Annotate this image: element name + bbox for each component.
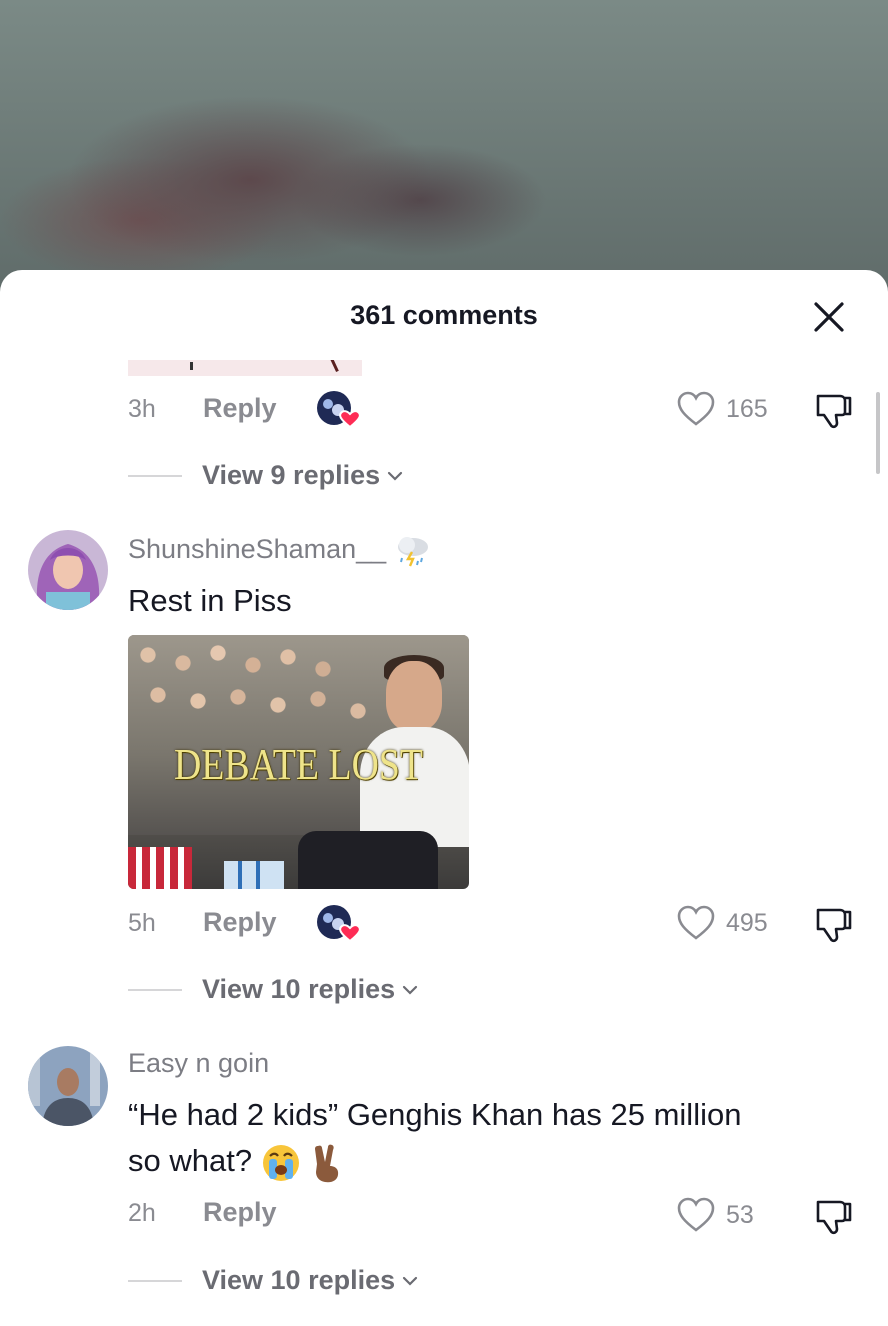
heart-icon: [677, 905, 715, 940]
scrollbar[interactable]: [876, 392, 880, 474]
like-button[interactable]: 53: [676, 1196, 754, 1234]
comment-time: 5h: [128, 909, 156, 937]
close-icon[interactable]: [812, 300, 846, 334]
avatar[interactable]: [28, 530, 108, 610]
chevron-down-icon: [403, 1276, 418, 1286]
loudly-crying-face-icon: [262, 1144, 299, 1181]
comments-count-title: 361 comments: [350, 300, 538, 330]
replies-divider: [128, 1279, 182, 1282]
sheet-header: 361 comments: [0, 270, 888, 362]
previous-comment-image[interactable]: [128, 360, 362, 376]
comments-sheet: 361 comments 3h Reply 165 View 9 replies…: [0, 270, 888, 1326]
avatar[interactable]: [28, 1046, 108, 1126]
replies-divider: [128, 988, 182, 991]
like-button[interactable]: 165: [676, 390, 768, 428]
reply-button[interactable]: Reply: [203, 1197, 277, 1228]
creator-liked-icon: [317, 905, 360, 943]
comment-time: 2h: [128, 1199, 156, 1227]
reply-button[interactable]: Reply: [203, 393, 277, 424]
comment-text: “He had 2 kids” Genghis Khan has 25 mill…: [128, 1092, 858, 1184]
heart-icon: [677, 1197, 715, 1232]
video-background: [0, 0, 888, 300]
like-count: 53: [726, 1200, 754, 1229]
like-count: 165: [726, 394, 768, 423]
cloud-rain-icon: [397, 537, 428, 567]
dislike-icon[interactable]: [812, 390, 854, 432]
heart-icon: [677, 391, 715, 426]
dislike-icon[interactable]: [812, 904, 854, 946]
reply-button[interactable]: Reply: [203, 907, 277, 938]
username[interactable]: ShunshineShaman__: [128, 534, 432, 568]
creator-liked-icon: [317, 391, 360, 429]
replies-divider: [128, 474, 182, 477]
victory-hand-icon: [315, 1144, 339, 1183]
chevron-down-icon: [388, 471, 403, 481]
image-caption: DEBATE LOST: [173, 740, 424, 789]
username[interactable]: Easy n goin: [128, 1048, 269, 1079]
like-button[interactable]: 495: [676, 904, 768, 942]
view-replies-button[interactable]: View 10 replies: [128, 974, 419, 1005]
comment-time: 3h: [128, 395, 156, 423]
comment-image[interactable]: DEBATE LOST: [128, 635, 469, 889]
like-count: 495: [726, 908, 768, 937]
view-replies-button[interactable]: View 10 replies: [128, 1265, 419, 1296]
view-replies-button[interactable]: View 9 replies: [128, 460, 404, 491]
dislike-icon[interactable]: [812, 1196, 854, 1238]
chevron-down-icon: [403, 985, 418, 995]
comment-text: Rest in Piss: [128, 583, 292, 618]
